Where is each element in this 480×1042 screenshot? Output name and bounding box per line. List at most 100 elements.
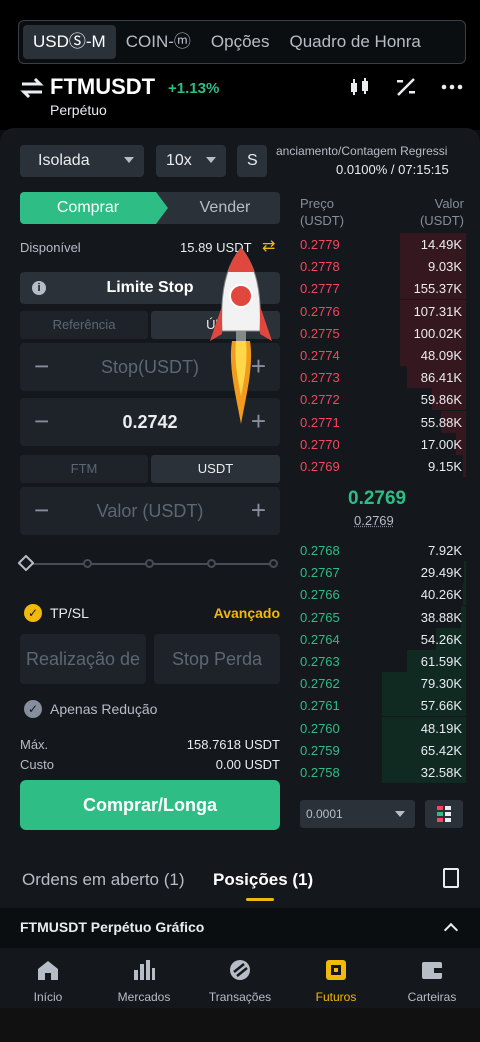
tab-open-orders[interactable]: Ordens em aberto (1)	[22, 870, 185, 890]
bid-value: 7.92K	[428, 543, 462, 558]
minus-icon[interactable]: −	[34, 408, 49, 434]
bid-row[interactable]: 0.2764 54.26K	[298, 627, 466, 650]
take-profit-input[interactable]: Realização de	[20, 634, 146, 684]
bid-price: 0.2766	[300, 587, 340, 603]
ask-row[interactable]: 0.2773 86.41K	[298, 366, 466, 389]
tab-options[interactable]: Opções	[201, 25, 280, 59]
position-mode-button[interactable]: S	[237, 145, 267, 177]
bid-row[interactable]: 0.2768 7.92K	[298, 539, 466, 561]
ask-value: 9.15K	[428, 459, 462, 474]
bid-price: 0.2768	[300, 543, 340, 558]
ask-row[interactable]: 0.2772 59.86K	[298, 388, 466, 411]
document-icon[interactable]	[443, 868, 459, 888]
leverage-label: 10x	[166, 152, 192, 169]
percent-calculator-icon[interactable]	[394, 76, 418, 98]
sell-tab[interactable]: Vender	[170, 192, 280, 224]
bid-price: 0.2759	[300, 742, 340, 758]
active-tab-indicator	[246, 898, 274, 901]
nav-trades-label: Transações	[208, 990, 272, 1004]
bid-depth-bar	[463, 583, 466, 606]
tab-reference-price[interactable]: Referência	[20, 311, 148, 339]
nav-wallets[interactable]: Carteiras	[384, 948, 480, 1008]
tpsl-checkbox-icon[interactable]: ✓	[24, 604, 42, 622]
wallet-icon	[422, 962, 442, 979]
ask-price: 0.2772	[300, 392, 340, 408]
bid-price: 0.2764	[300, 631, 340, 647]
switch-pair-icon[interactable]	[20, 78, 44, 98]
ask-row[interactable]: 0.2775 100.02K	[298, 321, 466, 344]
tab-positions[interactable]: Posições (1)	[213, 870, 313, 890]
plus-icon[interactable]: +	[251, 497, 266, 523]
bid-row[interactable]: 0.2766 40.26K	[298, 583, 466, 606]
bid-row[interactable]: 0.2761 57.66K	[298, 694, 466, 717]
buy-long-button[interactable]: Comprar/Longa	[20, 780, 280, 830]
nav-futures[interactable]: Futuros	[288, 948, 384, 1008]
leverage-dropdown[interactable]: 10x	[156, 145, 226, 177]
amount-field[interactable]: − Valor (USDT) +	[20, 487, 280, 535]
nav-home[interactable]: Início	[0, 948, 96, 1008]
bid-row[interactable]: 0.2762 79.30K	[298, 672, 466, 695]
ask-row[interactable]: 0.2777 155.37K	[298, 277, 466, 300]
tab-unit-usdt[interactable]: USDT	[151, 455, 280, 483]
minus-icon[interactable]: −	[34, 353, 49, 379]
bid-price: 0.2767	[300, 565, 340, 581]
ask-row[interactable]: 0.2770 17.00K	[298, 432, 466, 455]
tab-unit-ftm[interactable]: FTM	[20, 455, 148, 483]
ask-price: 0.2769	[300, 459, 340, 474]
bid-price: 0.2761	[300, 698, 340, 714]
margin-mode-dropdown[interactable]: Isolada	[20, 145, 144, 177]
precision-dropdown[interactable]: 0.0001	[300, 800, 415, 828]
ask-row[interactable]: 0.2771 55.88K	[298, 410, 466, 433]
stop-loss-input[interactable]: Stop Perda	[154, 634, 280, 684]
ask-row[interactable]: 0.2774 48.09K	[298, 344, 466, 366]
slider-tick-75[interactable]	[207, 559, 216, 568]
symbol-title[interactable]: FTMUSDT	[50, 74, 155, 100]
ask-price: 0.2770	[300, 436, 340, 452]
reduce-only-checkbox-icon[interactable]: ✓	[24, 700, 42, 718]
chevron-down-icon	[395, 811, 405, 817]
bid-row[interactable]: 0.2759 65.42K	[298, 738, 466, 761]
more-icon[interactable]	[440, 76, 464, 98]
bid-price: 0.2760	[300, 720, 340, 736]
bid-row[interactable]: 0.2763 61.59K	[298, 650, 466, 672]
ask-row[interactable]: 0.2778 9.03K	[298, 255, 466, 278]
bid-row[interactable]: 0.2758 32.58K	[298, 761, 466, 783]
bid-price: 0.2758	[300, 765, 340, 780]
slider-tick-25[interactable]	[83, 559, 92, 568]
ask-value: 17.00K	[420, 436, 462, 452]
funding-value: 0.0100% / 07:15:15	[336, 162, 449, 177]
bid-price: 0.2762	[300, 676, 340, 692]
orderbook-layout-icon[interactable]	[425, 800, 463, 828]
nav-wallets-label: Carteiras	[407, 990, 457, 1004]
nav-markets[interactable]: Mercados	[96, 948, 192, 1008]
buy-sell-toggle: Comprar Vender	[20, 192, 280, 224]
buy-tab[interactable]: Comprar	[20, 192, 156, 224]
nav-trades[interactable]: Transações	[192, 948, 288, 1008]
bid-row[interactable]: 0.2767 29.49K	[298, 561, 466, 584]
tab-leaderboard[interactable]: Quadro de Honra	[279, 25, 430, 59]
ask-value: 55.88K	[420, 414, 462, 430]
cost-label: Custo	[20, 757, 54, 772]
ask-row[interactable]: 0.2769 9.15K	[298, 455, 466, 477]
candlestick-chart-icon[interactable]	[348, 76, 372, 98]
slider-tick-100[interactable]	[269, 559, 278, 568]
available-label: Disponível	[20, 240, 81, 255]
advanced-link[interactable]: Avançado	[214, 605, 280, 621]
ask-row[interactable]: 0.2776 107.31K	[298, 299, 466, 322]
amount-slider[interactable]	[17, 554, 278, 572]
mark-price[interactable]: 0.2769	[354, 513, 394, 528]
tab-usds-m[interactable]: USDⓈ-M	[23, 25, 116, 59]
ask-value: 107.31K	[413, 303, 462, 319]
bid-row[interactable]: 0.2760 48.19K	[298, 716, 466, 739]
ask-row[interactable]: 0.2779 14.49K	[298, 233, 466, 255]
slider-tick-50[interactable]	[145, 559, 154, 568]
bid-row[interactable]: 0.2765 38.88K	[298, 605, 466, 628]
minus-icon[interactable]: −	[34, 497, 49, 523]
positions-chart-title: FTMUSDT Perpétuo Gráfico	[20, 919, 205, 935]
last-price[interactable]: 0.2769	[348, 488, 406, 510]
info-icon[interactable]: i	[32, 281, 46, 295]
bid-value: 65.42K	[420, 742, 462, 758]
contract-type: Perpétuo	[50, 102, 107, 118]
max-label: Máx.	[20, 737, 49, 752]
tab-coin-m[interactable]: COIN-ⓜ	[116, 25, 201, 59]
